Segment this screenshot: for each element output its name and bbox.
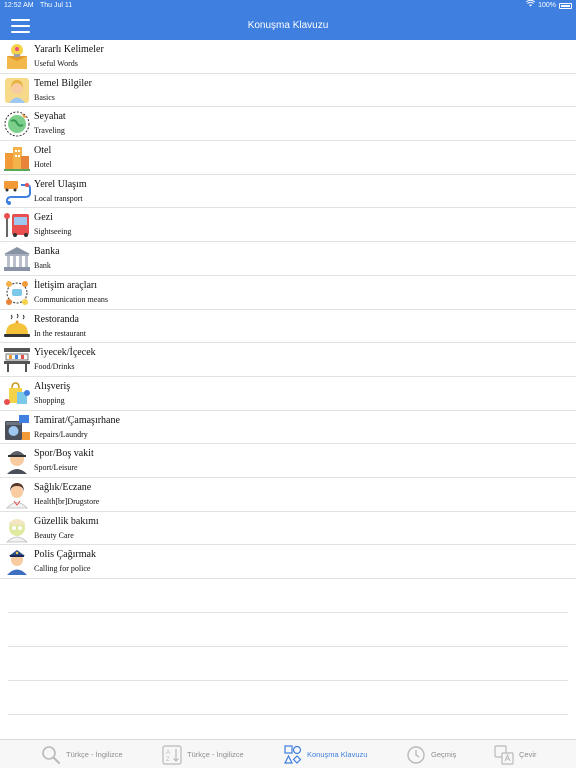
people-network-icon	[3, 278, 31, 307]
tab-history[interactable]: Geçmiş	[406, 740, 456, 768]
woman-icon	[3, 76, 31, 105]
tab-search[interactable]: Türkçe - İngilizce	[41, 740, 123, 768]
status-date: Thu Jul 11	[40, 2, 73, 9]
category-row-health[interactable]: Sağlık/Eczane Health[br]Drugstore	[0, 478, 576, 512]
category-row-local-transport[interactable]: Yerel Ulaşım Local transport	[0, 175, 576, 209]
category-title: Seyahat	[34, 111, 66, 123]
list-divider	[8, 714, 568, 715]
category-row-traveling[interactable]: Seyahat Traveling	[0, 107, 576, 142]
svg-text:A: A	[166, 750, 170, 756]
status-time: 12:52 AM	[4, 2, 34, 9]
bank-building-icon	[3, 244, 31, 273]
category-subtitle: Health[br]Drugstore	[34, 496, 100, 506]
category-list: Yararlı Kelimeler Useful Words Temel Bil…	[0, 40, 576, 579]
category-subtitle: Food/Drinks	[34, 362, 75, 372]
category-subtitle: Sport/Leisure	[34, 463, 78, 473]
food-cloche-icon	[3, 312, 31, 341]
category-title: Gezi	[34, 212, 53, 224]
list-divider	[8, 612, 568, 613]
bus-stop-icon	[3, 210, 31, 239]
category-subtitle: Shopping	[34, 395, 65, 405]
category-title: Temel Bilgiler	[34, 77, 92, 89]
category-subtitle: Hotel	[34, 160, 52, 170]
shopping-bags-icon	[3, 379, 31, 408]
category-row-restaurant[interactable]: Restoranda In the restaurant	[0, 310, 576, 344]
tab-bar: Türkçe - İngilizce AZ Türkçe - İngilizce…	[0, 739, 576, 768]
category-row-food-drinks[interactable]: Yiyecek/İçecek Food/Drinks	[0, 343, 576, 377]
history-clock-icon	[406, 745, 426, 765]
category-row-sport-leisure[interactable]: Spor/Boş vakit Sport/Leisure	[0, 444, 576, 478]
category-row-hotel[interactable]: Otel Hotel	[0, 141, 576, 175]
tab-label: Konuşma Klavuzu	[307, 750, 368, 759]
category-subtitle: Basics	[34, 92, 55, 102]
doctor-icon	[3, 480, 31, 509]
category-row-police[interactable]: Polis Çağırmak Calling for police	[0, 545, 576, 579]
bus-route-icon	[3, 177, 31, 206]
category-subtitle: In the restaurant	[34, 328, 86, 338]
category-title: Yerel Ulaşım	[34, 178, 87, 190]
category-subtitle: Useful Words	[34, 59, 78, 68]
category-title: İletişim araçları	[34, 279, 98, 291]
list-divider	[8, 646, 568, 647]
category-title: Alışveriş	[34, 380, 71, 392]
category-row-repairs-laundry[interactable]: Tamirat/Çamaşırhane Repairs/Laundry	[0, 411, 576, 445]
shapes-icon	[284, 744, 302, 765]
category-title: Yararlı Kelimeler	[34, 44, 104, 55]
tab-label: Geçmiş	[431, 750, 457, 759]
category-title: Polis Çağırmak	[34, 549, 96, 561]
page-title: Konuşma Klavuzu	[247, 20, 329, 31]
wifi-icon	[525, 0, 536, 12]
cafe-table-icon	[3, 345, 31, 374]
category-title: Otel	[34, 145, 52, 157]
tab-dictionary[interactable]: AZ Türkçe - İngilizce	[162, 740, 244, 768]
tab-phrasebook[interactable]: Konuşma Klavuzu	[284, 740, 367, 768]
sport-person-icon	[3, 446, 31, 475]
category-row-shopping[interactable]: Alışveriş Shopping	[0, 377, 576, 411]
svg-text:Z: Z	[166, 757, 170, 763]
category-subtitle: Local transport	[34, 193, 83, 203]
status-bar: 12:52 AM Thu Jul 11 100%	[0, 0, 576, 12]
category-row-communication[interactable]: İletişim araçları Communication means	[0, 276, 576, 310]
category-subtitle: Bank	[34, 261, 51, 271]
search-icon	[41, 745, 61, 765]
category-title: Sağlık/Eczane	[34, 481, 92, 493]
category-row-basics[interactable]: Temel Bilgiler Basics	[0, 74, 576, 108]
translate-icon	[494, 744, 514, 765]
tab-label: Çevir	[519, 750, 537, 759]
beauty-mask-icon	[3, 514, 31, 543]
category-title: Tamirat/Çamaşırhane	[34, 414, 120, 426]
category-subtitle: Traveling	[34, 126, 65, 136]
sort-az-icon: AZ	[162, 744, 182, 765]
globe-plane-icon	[3, 109, 31, 138]
tab-translate[interactable]: Çevir	[494, 740, 537, 768]
category-title: Spor/Boş vakit	[34, 448, 94, 460]
list-divider	[8, 680, 568, 681]
hotel-buildings-icon	[3, 143, 31, 172]
battery-icon	[559, 3, 572, 9]
category-subtitle: Communication means	[34, 294, 108, 304]
category-row-beauty-care[interactable]: Güzellik bakımı Beauty Care	[0, 512, 576, 546]
category-title: Restoranda	[34, 313, 79, 325]
category-row-useful-words[interactable]: Yararlı Kelimeler Useful Words	[0, 40, 576, 74]
category-subtitle: Beauty Care	[34, 530, 74, 540]
status-right: 100%	[525, 0, 572, 12]
category-subtitle: Repairs/Laundry	[34, 429, 88, 439]
washing-machine-icon	[3, 413, 31, 442]
lightbulb-box-icon	[3, 42, 31, 71]
category-row-bank[interactable]: Banka Bank	[0, 242, 576, 276]
nav-bar: Konuşma Klavuzu	[0, 12, 576, 40]
category-title: Yiyecek/İçecek	[34, 347, 96, 359]
police-officer-icon	[3, 547, 31, 576]
category-subtitle: Sightseeing	[34, 227, 72, 237]
battery-percent: 100%	[538, 2, 556, 9]
category-title: Banka	[34, 246, 60, 258]
tab-label: Türkçe - İngilizce	[66, 750, 123, 759]
category-title: Güzellik bakımı	[34, 515, 99, 527]
category-row-sightseeing[interactable]: Gezi Sightseeing	[0, 208, 576, 243]
tab-label: Türkçe - İngilizce	[187, 750, 244, 759]
category-subtitle: Calling for police	[34, 564, 91, 574]
